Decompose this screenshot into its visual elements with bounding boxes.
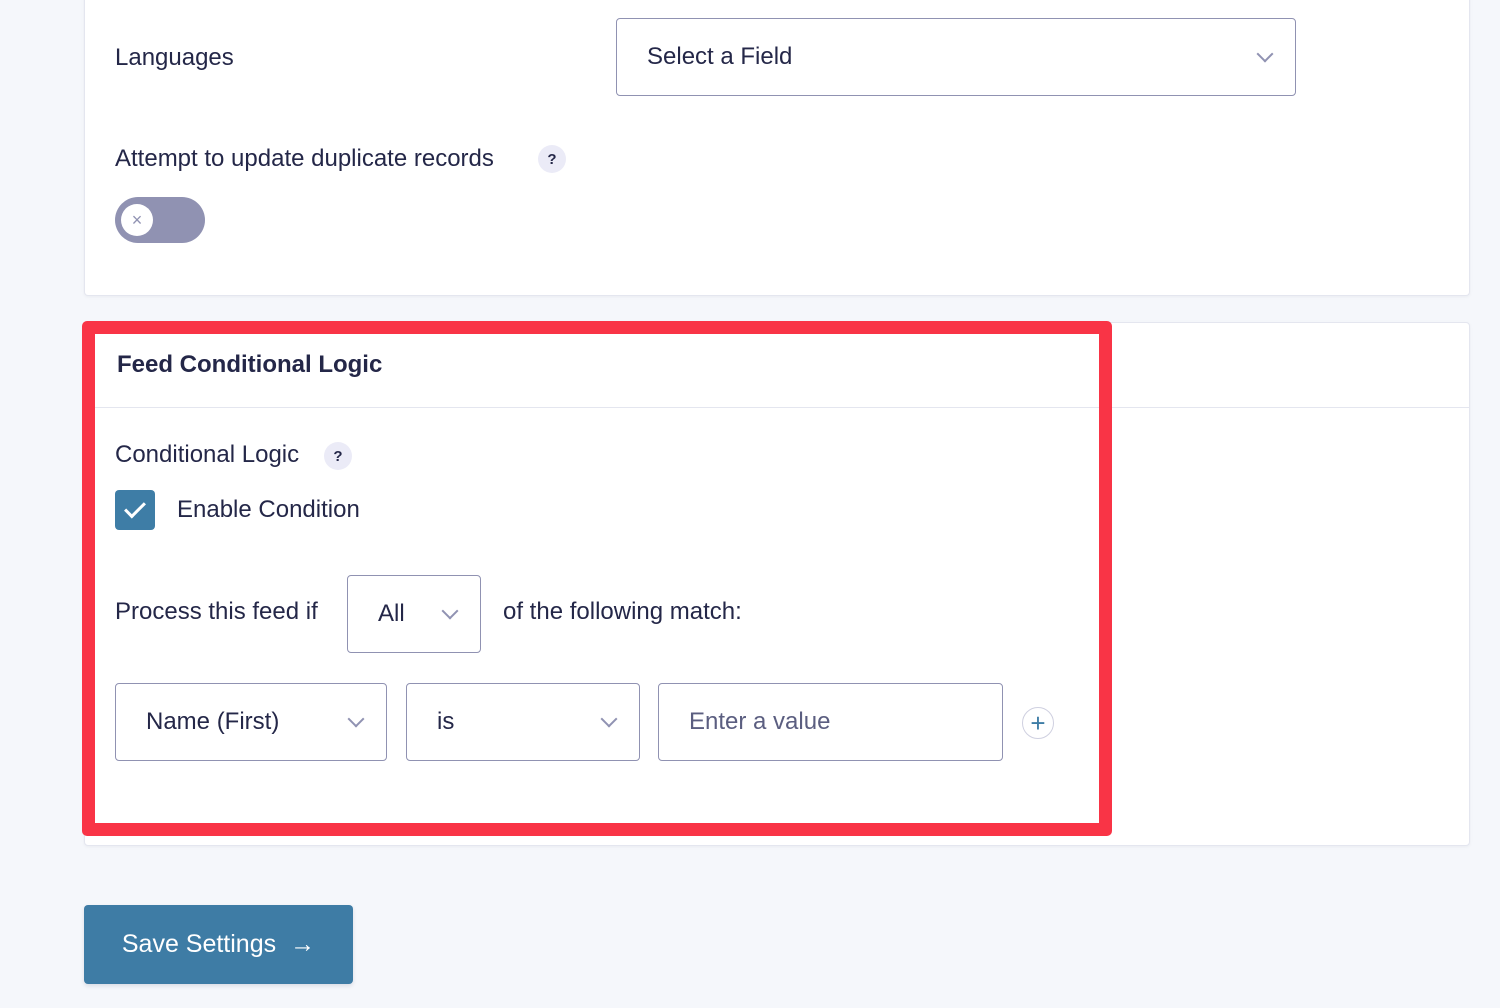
process-prefix-text: Process this feed if bbox=[115, 598, 318, 625]
conditional-logic-label: Conditional Logic bbox=[115, 441, 300, 468]
languages-select[interactable]: Select a Field bbox=[616, 18, 1296, 96]
checkmark-icon bbox=[124, 496, 146, 518]
enable-condition-checkbox[interactable] bbox=[115, 490, 155, 530]
match-type-select[interactable]: All bbox=[347, 575, 481, 653]
rule-value-input[interactable] bbox=[658, 683, 1003, 761]
section-title: Feed Conditional Logic bbox=[117, 351, 383, 378]
duplicate-records-label: Attempt to update duplicate records bbox=[115, 145, 494, 172]
add-rule-button[interactable]: + bbox=[1022, 707, 1054, 739]
conditional-logic-card: Feed Conditional Logic bbox=[84, 322, 1470, 846]
save-settings-label: Save Settings bbox=[121, 930, 277, 958]
chevron-down-icon bbox=[347, 710, 365, 728]
plus-icon: + bbox=[1030, 708, 1046, 738]
rule-operator-select[interactable]: is bbox=[406, 683, 640, 761]
languages-label: Languages bbox=[115, 44, 234, 71]
card-header: Feed Conditional Logic bbox=[85, 323, 1469, 408]
help-icon[interactable]: ? bbox=[538, 145, 566, 173]
process-suffix-text: of the following match: bbox=[503, 598, 742, 625]
close-icon: × bbox=[121, 204, 153, 236]
duplicate-records-toggle[interactable]: × bbox=[115, 197, 205, 243]
rule-field-value: Name (First) bbox=[146, 708, 280, 735]
save-settings-button[interactable]: Save Settings → bbox=[84, 905, 353, 984]
arrow-right-icon: → bbox=[290, 930, 316, 958]
rule-operator-value: is bbox=[437, 708, 455, 735]
rule-field-select[interactable]: Name (First) bbox=[115, 683, 387, 761]
chevron-down-icon bbox=[600, 710, 618, 728]
enable-condition-label[interactable]: Enable Condition bbox=[177, 496, 360, 524]
help-icon[interactable]: ? bbox=[324, 442, 352, 470]
chevron-down-icon bbox=[1256, 45, 1274, 63]
match-type-value: All bbox=[378, 600, 405, 627]
chevron-down-icon bbox=[441, 602, 459, 620]
languages-select-value: Select a Field bbox=[647, 43, 793, 70]
